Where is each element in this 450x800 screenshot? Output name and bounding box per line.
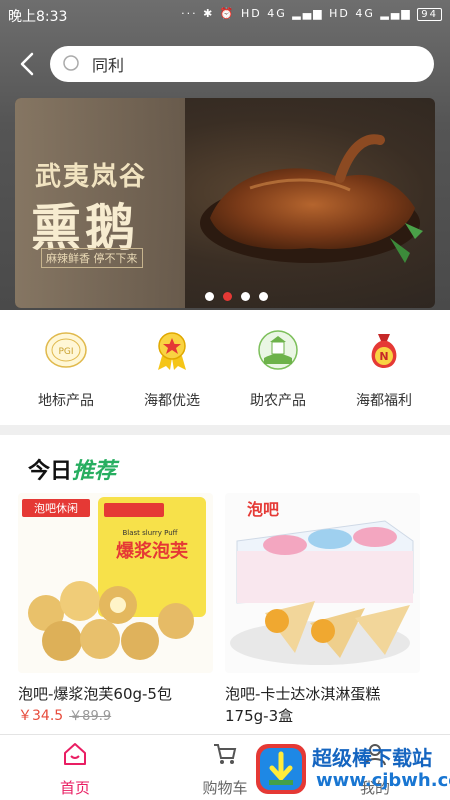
banner-dot[interactable] (241, 292, 250, 301)
search-input[interactable] (92, 52, 412, 76)
product-card[interactable]: 泡吧 泡吧-卡士达冰淇淋蛋糕175g-3盒 (225, 493, 420, 727)
product-image: 泡吧 (225, 493, 420, 673)
category-landmark[interactable]: PGI 地标产品 (16, 328, 116, 410)
banner-dot[interactable] (259, 292, 268, 301)
status-bar: 晚上8:33 ··· ✱ ⏰ HD 4G ▂▄▆ HD 4G ▂▄▆ 94 (0, 0, 450, 30)
category-label: 海都优选 (144, 393, 200, 409)
nav-home[interactable]: 首页 (20, 741, 130, 798)
watermark-text: 超级棒下载站 (312, 746, 432, 770)
promo-banner[interactable]: 武夷岚谷 熏鹅 麻辣鲜香 停不下来 (15, 98, 435, 308)
product-image: 泡吧休闲 Blast slurry Puff 爆浆泡芙 (18, 493, 213, 673)
battery-icon: 94 (417, 8, 442, 21)
landmark-badge-icon: PGI (45, 332, 87, 368)
category-farm[interactable]: 助农产品 (228, 328, 328, 410)
category-label: 海都福利 (356, 393, 412, 409)
product-name: 泡吧-爆浆泡芙60g-5包 (18, 685, 172, 703)
banner-dot[interactable] (205, 292, 214, 301)
header-area: 晚上8:33 ··· ✱ ⏰ HD 4G ▂▄▆ HD 4G ▂▄▆ 94 武夷… (0, 0, 450, 310)
recommend-title: 今日推荐 (28, 453, 116, 485)
category-label: 地标产品 (38, 393, 94, 409)
banner-dot-active[interactable] (223, 292, 232, 301)
brand-logo-text: 泡吧 (247, 500, 279, 519)
status-icons: ··· ✱ ⏰ HD 4G ▂▄▆ HD 4G ▂▄▆ 94 (181, 7, 442, 21)
brand-logo-text: 泡吧休闲 (34, 501, 78, 515)
nav-label: 首页 (59, 779, 90, 797)
search-icon (63, 55, 79, 71)
medal-star-icon (158, 332, 186, 370)
product-card[interactable]: 泡吧休闲 Blast slurry Puff 爆浆泡芙 泡吧-爆浆泡芙60g-5… (18, 493, 213, 725)
category-premium[interactable]: 海都优选 (122, 328, 222, 410)
product-price-row: ￥34.5 ￥89.9 (18, 705, 213, 725)
product-price: ￥34.5 (18, 708, 64, 724)
banner-pagination (205, 286, 277, 305)
download-logo-icon (256, 744, 306, 794)
category-row: PGI 地标产品 海都优选 助农产品 N 海都福利 (0, 310, 450, 425)
back-arrow-icon[interactable] (16, 50, 40, 78)
signal-icons: ··· ✱ ⏰ HD 4G ▂▄▆ HD 4G ▂▄▆ (181, 7, 412, 20)
puff-pack-graphic: 泡吧休闲 Blast slurry Puff 爆浆泡芙 (18, 493, 213, 673)
download-site-watermark: 超级棒下载站 www.cjbwh.com (250, 738, 450, 800)
category-label: 助农产品 (250, 393, 306, 409)
package-subtitle: Blast slurry Puff (122, 529, 177, 537)
recommend-section: 今日推荐 泡吧休闲 Blast slurry Puff 爆浆泡芙 泡吧-爆浆泡芙… (0, 435, 450, 735)
product-old-price: ￥89.9 (69, 709, 112, 724)
status-time: 晚上8:33 (8, 9, 68, 25)
app-screen: 晚上8:33 ··· ✱ ⏰ HD 4G ▂▄▆ HD 4G ▂▄▆ 94 武夷… (0, 0, 450, 800)
farm-wheat-icon (258, 330, 298, 370)
category-welfare[interactable]: N 海都福利 (334, 328, 434, 410)
banner-tagline: 麻辣鲜香 停不下来 (41, 248, 143, 268)
money-bag-icon: N (371, 334, 397, 368)
svg-text:N: N (379, 350, 388, 363)
watermark-url: www.cjbwh.com (316, 770, 450, 791)
recommend-title-main: 今日 (28, 459, 73, 484)
product-name: 泡吧-卡士达冰淇淋蛋糕175g-3盒 (225, 685, 381, 725)
cart-icon (214, 744, 237, 764)
home-icon (64, 743, 86, 765)
search-bar[interactable] (50, 46, 434, 82)
svg-text:PGI: PGI (58, 347, 73, 357)
recommend-title-accent: 推荐 (72, 459, 117, 484)
package-title: 爆浆泡芙 (116, 540, 189, 562)
smoked-goose-image (200, 134, 423, 263)
icecream-cake-graphic: 泡吧 (225, 493, 420, 673)
